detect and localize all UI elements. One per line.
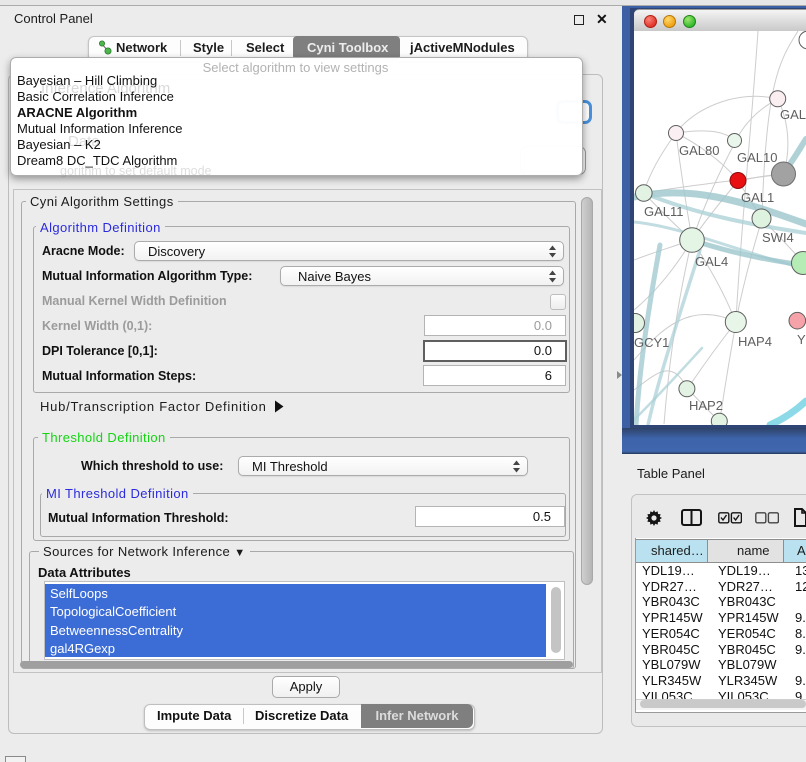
svg-text:GAL11: GAL11 (644, 204, 684, 219)
svg-text:SWI4: SWI4 (762, 230, 794, 245)
svg-text:GAL4: GAL4 (695, 254, 728, 269)
svg-text:GAL1: GAL1 (741, 190, 774, 205)
svg-text:GCY1: GCY1 (634, 335, 669, 350)
svg-text:Y: Y (797, 332, 806, 347)
svg-text:HAP2: HAP2 (689, 398, 723, 413)
svg-text:HAP4: HAP4 (738, 334, 772, 349)
svg-text:GAL10: GAL10 (737, 150, 777, 165)
svg-text:GAL80: GAL80 (679, 143, 719, 158)
svg-text:GAL2: GAL2 (780, 107, 806, 122)
